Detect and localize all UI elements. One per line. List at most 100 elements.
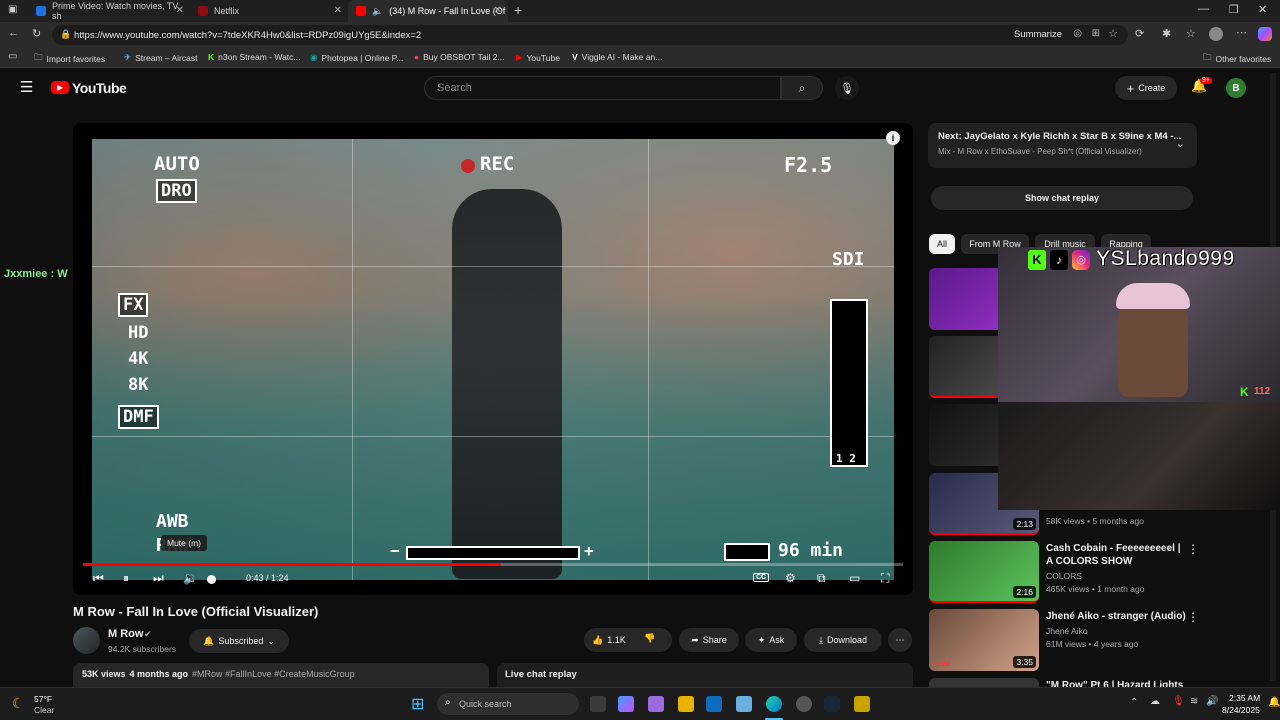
create-button[interactable]: + Create — [1115, 76, 1177, 100]
fullscreen-icon[interactable]: ⛶ — [881, 571, 889, 586]
outlook-icon[interactable] — [706, 696, 722, 712]
new-tab-icon[interactable]: + — [514, 2, 522, 18]
fav-n3on[interactable]: Kn3on Stream - Watc... — [208, 52, 301, 62]
rec-channel[interactable]: Jhené Aiko — [1046, 626, 1088, 636]
cloud-icon[interactable]: ☁ — [1150, 696, 1160, 707]
info-icon[interactable]: i — [886, 131, 900, 145]
volume-icon[interactable]: 🔉 — [183, 571, 198, 585]
speaker-icon[interactable]: 🔈 — [372, 6, 383, 17]
fav-other[interactable]: 🗀 Other favorites — [1203, 52, 1271, 66]
collections-icon[interactable]: ▭ — [8, 51, 17, 62]
show-chat-replay-button[interactable]: Show chat replay — [931, 186, 1193, 210]
download-button[interactable]: ⤓ Download — [804, 628, 882, 652]
clock-time[interactable]: 2:35 AM — [1229, 693, 1260, 703]
photos-icon[interactable] — [736, 696, 752, 712]
puzzle-icon[interactable]: ✱ — [1162, 27, 1171, 40]
fav-viggle[interactable]: V Viggle AI - Make an... — [572, 52, 662, 62]
youtube-logo-icon[interactable]: ▶ — [51, 81, 69, 94]
next-icon[interactable]: ⏭ — [153, 571, 164, 586]
youtube-logo-text[interactable]: YouTube — [72, 80, 127, 96]
subscribed-button[interactable]: 🔔 Subscribed ⌄ — [189, 629, 289, 653]
edge-icon[interactable] — [766, 696, 782, 712]
close-tab-icon[interactable]: ✕ — [334, 5, 342, 16]
tab-actions-icon[interactable]: ▣ — [8, 4, 17, 15]
miniplayer-icon[interactable]: ⧉ — [817, 571, 826, 586]
channel-name[interactable]: M Row — [108, 628, 143, 640]
fav-import[interactable]: 🗀 Import favorites — [34, 52, 105, 66]
fav-photopea[interactable]: ◉ Photopea | Online P... — [310, 52, 403, 63]
copilot-icon[interactable]: ◎ — [1073, 28, 1082, 39]
search-input[interactable]: Search — [424, 76, 781, 100]
maximize-icon[interactable]: ❐ — [1229, 3, 1239, 16]
more-vertical-icon[interactable]: ⋮ — [1187, 542, 1199, 556]
copilot-icon[interactable] — [618, 696, 634, 712]
taskbar-search-input[interactable]: ⌕ Quick search — [437, 693, 579, 715]
chevron-down-icon[interactable]: ⌄ — [1176, 137, 1185, 150]
rec-title[interactable]: Cash Cobain - Feeeeeeeeel | A COLORS SHO… — [1046, 542, 1186, 568]
pause-icon[interactable]: ⏸ — [123, 571, 129, 586]
recommendation-thumbnail[interactable]: 2:16 — [929, 541, 1039, 603]
close-tab-icon[interactable]: ✕ — [494, 5, 502, 16]
file-explorer-icon[interactable] — [678, 696, 694, 712]
app-icon[interactable] — [648, 696, 664, 712]
wifi-icon[interactable]: ≋ — [1190, 696, 1198, 707]
notifications-bell-icon[interactable]: 🔔 — [1268, 697, 1280, 708]
thumbs-down-icon[interactable]: 👎 — [644, 633, 655, 644]
star-icon[interactable]: ☆ — [1108, 27, 1118, 40]
weather-moon-icon[interactable]: ☾ — [12, 695, 25, 712]
weather-temp[interactable]: 57°F — [34, 694, 52, 704]
share-button[interactable]: ➦ Share — [679, 628, 739, 652]
settings-gear-icon[interactable] — [796, 696, 812, 712]
ask-button[interactable]: ✦ Ask — [745, 628, 797, 652]
volume-slider-handle[interactable] — [207, 575, 216, 584]
back-icon[interactable]: ← — [8, 27, 19, 39]
recommendation-thumbnail[interactable] — [929, 678, 1039, 687]
volume-icon[interactable]: 🔊 — [1206, 696, 1218, 707]
account-avatar[interactable]: B — [1226, 78, 1246, 98]
tab-netflix[interactable]: Netflix ✕ — [190, 0, 348, 22]
summarize-button[interactable]: Summarize — [1014, 29, 1062, 40]
up-next-card[interactable]: Next: JayGelato x Kyle Richh x Star B x … — [928, 123, 1197, 168]
extensions-icon[interactable]: ⟳ — [1135, 27, 1144, 40]
tab-prime-video[interactable]: Prime Video: Watch movies, TV sh ✕ — [28, 0, 190, 22]
refresh-icon[interactable]: ↻ — [32, 27, 41, 40]
description-box[interactable]: 53K views 4 months ago #MRow #FallInLove… — [73, 663, 489, 687]
more-actions-button[interactable]: ⋯ — [888, 628, 912, 652]
theater-mode-icon[interactable]: ▭ — [849, 571, 860, 585]
clock-date[interactable]: 8/24/2025 — [1222, 705, 1260, 715]
search-button[interactable]: ⌕ — [781, 76, 823, 100]
rec-channel[interactable]: COLORS — [1046, 571, 1082, 581]
thumbs-up-icon[interactable]: 👍 — [592, 635, 603, 646]
copilot-sidebar-icon[interactable] — [1258, 27, 1272, 41]
task-view-icon[interactable] — [590, 696, 606, 712]
fav-aircast[interactable]: ✈ Stream – Aircast — [124, 52, 197, 63]
like-count[interactable]: 1.1K — [607, 635, 626, 645]
fav-obsbot[interactable]: ● Buy OBSBOT Tail 2... — [414, 52, 505, 62]
steam-icon[interactable] — [824, 696, 840, 712]
previous-icon[interactable]: ⏮ — [93, 571, 104, 586]
profile-avatar[interactable] — [1209, 27, 1223, 41]
live-chat-replay-header[interactable]: Live chat replay — [497, 663, 913, 687]
rec-title[interactable]: "M Row" Pt 6 | Hazard Lights — [1046, 679, 1186, 687]
tab-youtube[interactable]: 🔈 (34) M Row - Fall In Love (Of ✕ — [348, 0, 508, 22]
video-player[interactable]: AUTO DRO REC F2.5 SDI FX HD 4K 8K DMF AW… — [73, 123, 913, 595]
channel-avatar[interactable] — [73, 627, 100, 654]
video-frame[interactable]: AUTO DRO REC F2.5 SDI FX HD 4K 8K DMF AW… — [92, 139, 894, 580]
windows-start-icon[interactable]: ⊞ — [411, 694, 424, 714]
more-vertical-icon[interactable]: ⋮ — [1187, 610, 1199, 624]
chip-all[interactable]: All — [929, 234, 955, 254]
progress-bar[interactable] — [83, 563, 903, 566]
voice-search-button[interactable]: 🎙 — [835, 76, 859, 100]
captions-button[interactable]: CC — [753, 573, 770, 582]
app-icon[interactable] — [854, 696, 870, 712]
settings-gear-icon[interactable]: ⚙ — [785, 571, 796, 585]
url-field[interactable]: 🔒 https://www.youtube.com/watch?v=7tdeXK… — [52, 25, 1128, 45]
minimize-icon[interactable]: — — [1198, 3, 1209, 15]
microphone-icon[interactable]: 🎙 — [1172, 696, 1185, 707]
close-window-icon[interactable]: ✕ — [1258, 3, 1267, 16]
close-tab-icon[interactable]: ✕ — [176, 5, 184, 16]
chevron-up-icon[interactable]: ⌃ — [1130, 697, 1138, 708]
recommendation-thumbnail[interactable]: vevo 3:35 — [929, 609, 1039, 671]
hashtags[interactable]: #MRow #FallInLove #CreateMusicGroup — [192, 669, 355, 687]
favorites-icon[interactable]: ☆ — [1186, 27, 1196, 40]
